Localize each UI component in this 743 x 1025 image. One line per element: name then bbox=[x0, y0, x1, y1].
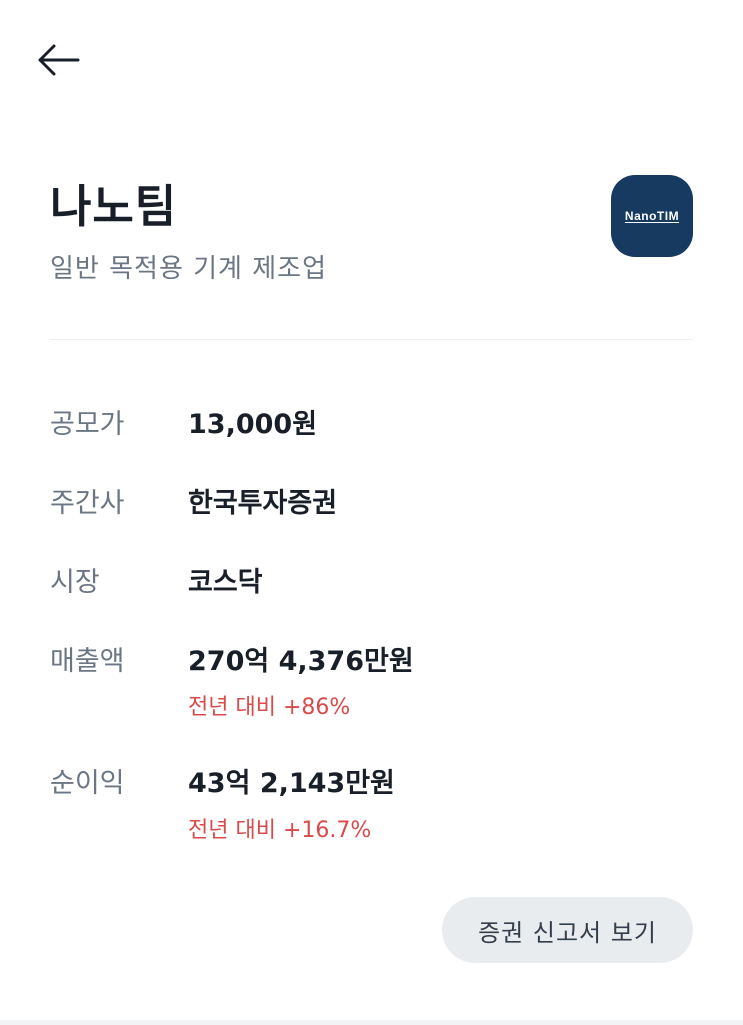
company-logo-text: NanoTIM bbox=[624, 209, 680, 223]
net-income-change: 전년 대비 +16.7% bbox=[188, 818, 372, 843]
company-name: 나노팀 bbox=[50, 180, 178, 233]
underwriter-label: 주간사 bbox=[50, 488, 125, 519]
market-value: 코스닥 bbox=[188, 567, 263, 598]
revenue-change: 전년 대비 +86% bbox=[188, 695, 351, 720]
back-button[interactable] bbox=[30, 34, 86, 86]
offer-price-value: 13,000원 bbox=[188, 409, 318, 440]
revenue-label: 매출액 bbox=[50, 646, 125, 677]
market-label: 시장 bbox=[50, 567, 100, 598]
net-income-label: 순이익 bbox=[50, 768, 125, 799]
revenue-value: 270억 4,376만원 bbox=[188, 646, 414, 677]
arrow-left-icon bbox=[38, 44, 80, 76]
offer-price-label: 공모가 bbox=[50, 409, 125, 440]
underwriter-value: 한국투자증권 bbox=[188, 488, 338, 519]
view-securities-report-button[interactable]: 증권 신고서 보기 bbox=[442, 897, 693, 963]
company-logo: NanoTIM bbox=[611, 175, 693, 257]
bottom-edge bbox=[0, 1020, 743, 1025]
header-divider bbox=[50, 339, 693, 340]
net-income-value: 43억 2,143만원 bbox=[188, 768, 395, 799]
company-industry: 일반 목적용 기계 제조업 bbox=[50, 254, 327, 284]
